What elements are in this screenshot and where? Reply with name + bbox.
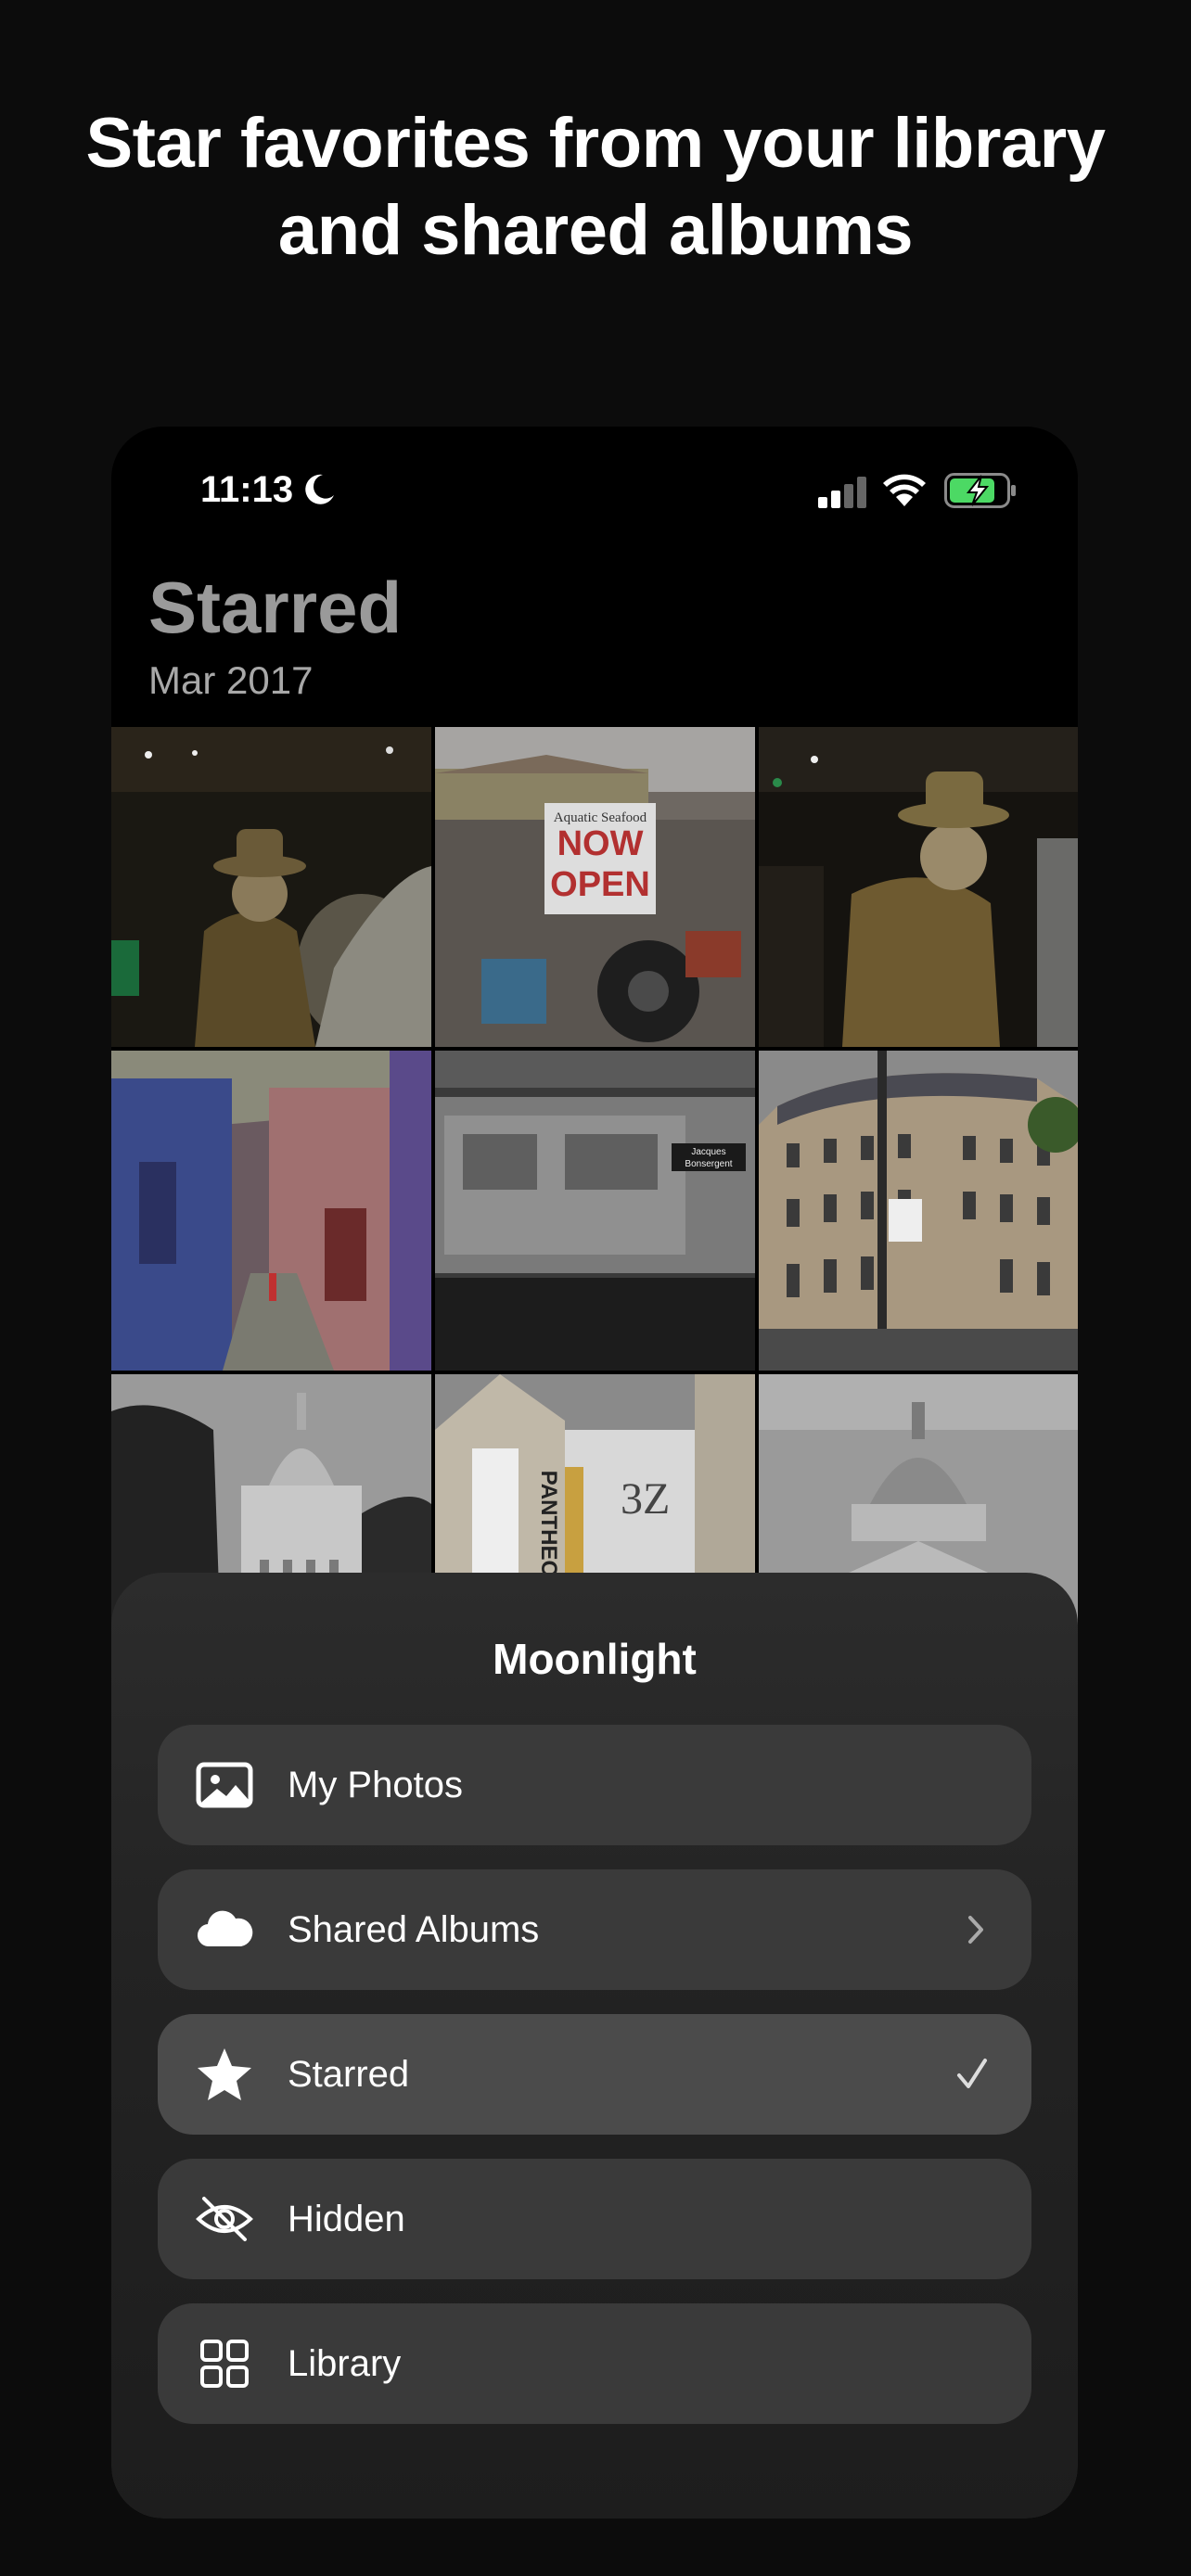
photo-icon [196, 1762, 253, 1808]
cellular-signal-icon [818, 477, 866, 508]
battery-charging-icon [944, 473, 1016, 508]
photo-seafood-shop-now-open[interactable]: Aquatic Seafood NOW OPEN [435, 727, 755, 1047]
menu-item-starred[interactable]: Starred [158, 2014, 1031, 2135]
menu-item-library[interactable]: Library [158, 2303, 1031, 2424]
menu-item-label: Starred [288, 2053, 410, 2095]
cloud-icon [197, 1910, 253, 1947]
headline: Star favorites from your library and sha… [0, 100, 1191, 274]
menu-item-my-photos[interactable]: My Photos [158, 1725, 1031, 1845]
headline-line-2: and shared albums [277, 191, 914, 270]
menu-item-shared-albums[interactable]: Shared Albums [158, 1869, 1031, 1990]
svg-text:3Z: 3Z [621, 1474, 670, 1524]
photo-colorful-street[interactable] [111, 1051, 431, 1371]
menu-item-label: Library [288, 2342, 402, 2384]
photo-man-in-hat-subway[interactable] [111, 727, 431, 1047]
chevron-right-icon [968, 1916, 983, 1944]
page-title: Starred [148, 567, 403, 648]
photo-grid: Aquatic Seafood NOW OPEN Jacques Bonserg… [111, 727, 1078, 1694]
checkmark-icon [957, 2059, 987, 2088]
menu-item-label: Hidden [288, 2198, 405, 2239]
photo-paris-building-corner[interactable] [759, 1051, 1078, 1371]
grid-icon [200, 2340, 249, 2388]
wifi-icon [883, 474, 926, 506]
menu-item-label: Shared Albums [288, 1908, 540, 1950]
sheet-title: Moonlight [493, 1635, 697, 1683]
phone-frame: 11:13 Starred Mar 2017 Aquatic Seafood N… [111, 427, 1078, 2519]
menu-item-hidden[interactable]: Hidden [158, 2159, 1031, 2279]
photo-man-in-hat-subway-zoom[interactable] [759, 727, 1078, 1047]
status-bar: 11:13 [111, 427, 1078, 556]
photo-metro-train-motion[interactable]: Jacques Bonsergent [435, 1051, 755, 1371]
svg-text:Jacques: Jacques [691, 1147, 725, 1157]
eye-slash-icon [196, 2197, 253, 2241]
page-subtitle: Mar 2017 [148, 658, 314, 702]
svg-text:NOW: NOW [557, 824, 644, 863]
headline-line-1: Star favorites from your library [85, 104, 1106, 183]
star-icon [198, 2048, 251, 2100]
svg-text:Bonsergent: Bonsergent [685, 1159, 732, 1169]
sign-top-text: Aquatic Seafood [554, 810, 647, 825]
svg-text:OPEN: OPEN [550, 865, 650, 904]
status-time: 11:13 [200, 469, 294, 510]
source-picker-sheet: Moonlight My Photos Shared Albums Starre… [111, 1573, 1078, 2519]
menu-item-label: My Photos [288, 1764, 463, 1805]
moon-icon [305, 474, 334, 504]
